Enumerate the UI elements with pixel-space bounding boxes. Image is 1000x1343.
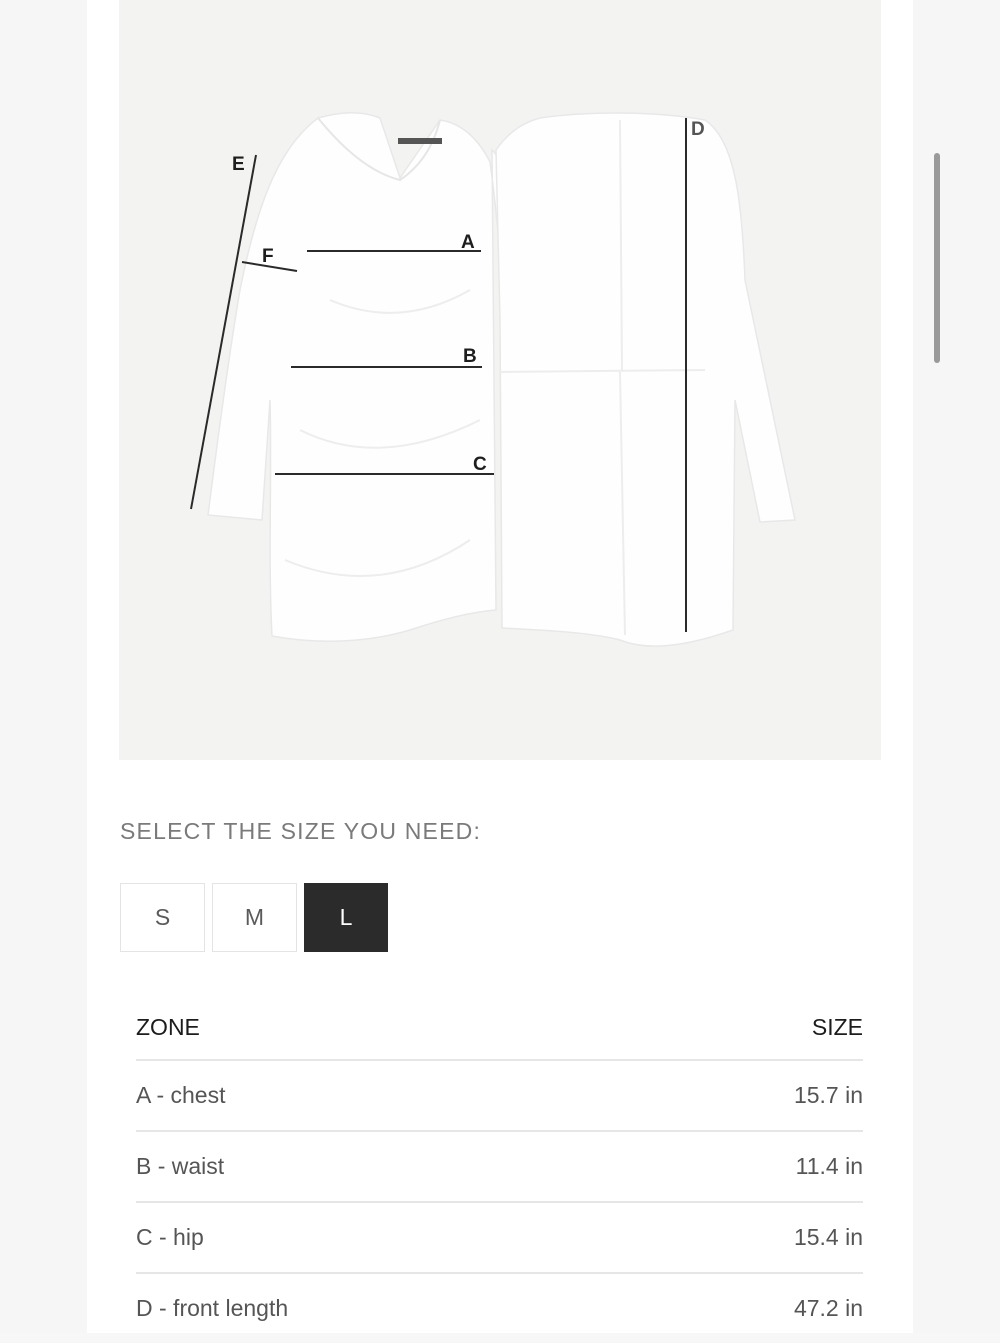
size-cell: 47.2 in [793,1295,863,1321]
size-cell: 11.4 in [795,1153,863,1179]
zone-cell: B - waist [136,1153,225,1179]
front-brand-tag [398,138,442,144]
scrollbar-thumb[interactable] [934,153,940,363]
label-b: B [463,346,477,367]
dress-illustration: A B C D E F [190,111,796,647]
size-column-header: SIZE [811,1013,863,1040]
size-table: ZONE SIZE A - chest 15.7 in B - waist 11… [136,995,863,1343]
label-f: F [262,246,274,267]
size-cell: 15.4 in [793,1224,863,1250]
back-dress-shape [495,112,796,647]
left-backdrop [0,0,87,1333]
size-option-m[interactable]: M [212,883,297,952]
label-d: D [691,119,705,140]
right-backdrop [913,0,1000,1333]
zone-column-header: ZONE [136,1013,200,1040]
table-row: B - waist 11.4 in [136,1132,863,1203]
label-c: C [473,454,487,475]
size-option-l[interactable]: L [304,883,388,952]
size-cell: 15.7 in [793,1082,863,1108]
size-selector-heading: SELECT THE SIZE YOU NEED: [120,818,482,844]
zone-cell: D - front length [136,1295,289,1321]
table-row: A - chest 15.7 in [136,1061,863,1132]
zone-cell: A - chest [136,1082,226,1108]
size-option-s[interactable]: S [120,883,205,952]
label-e: E [232,154,245,175]
table-header: ZONE SIZE [136,995,863,1061]
size-options: S M L [120,883,388,952]
label-a: A [461,232,475,253]
table-row: C - hip 15.4 in [136,1203,863,1274]
zone-cell: C - hip [136,1224,204,1250]
measurement-diagram: A B C D E F [119,0,881,760]
